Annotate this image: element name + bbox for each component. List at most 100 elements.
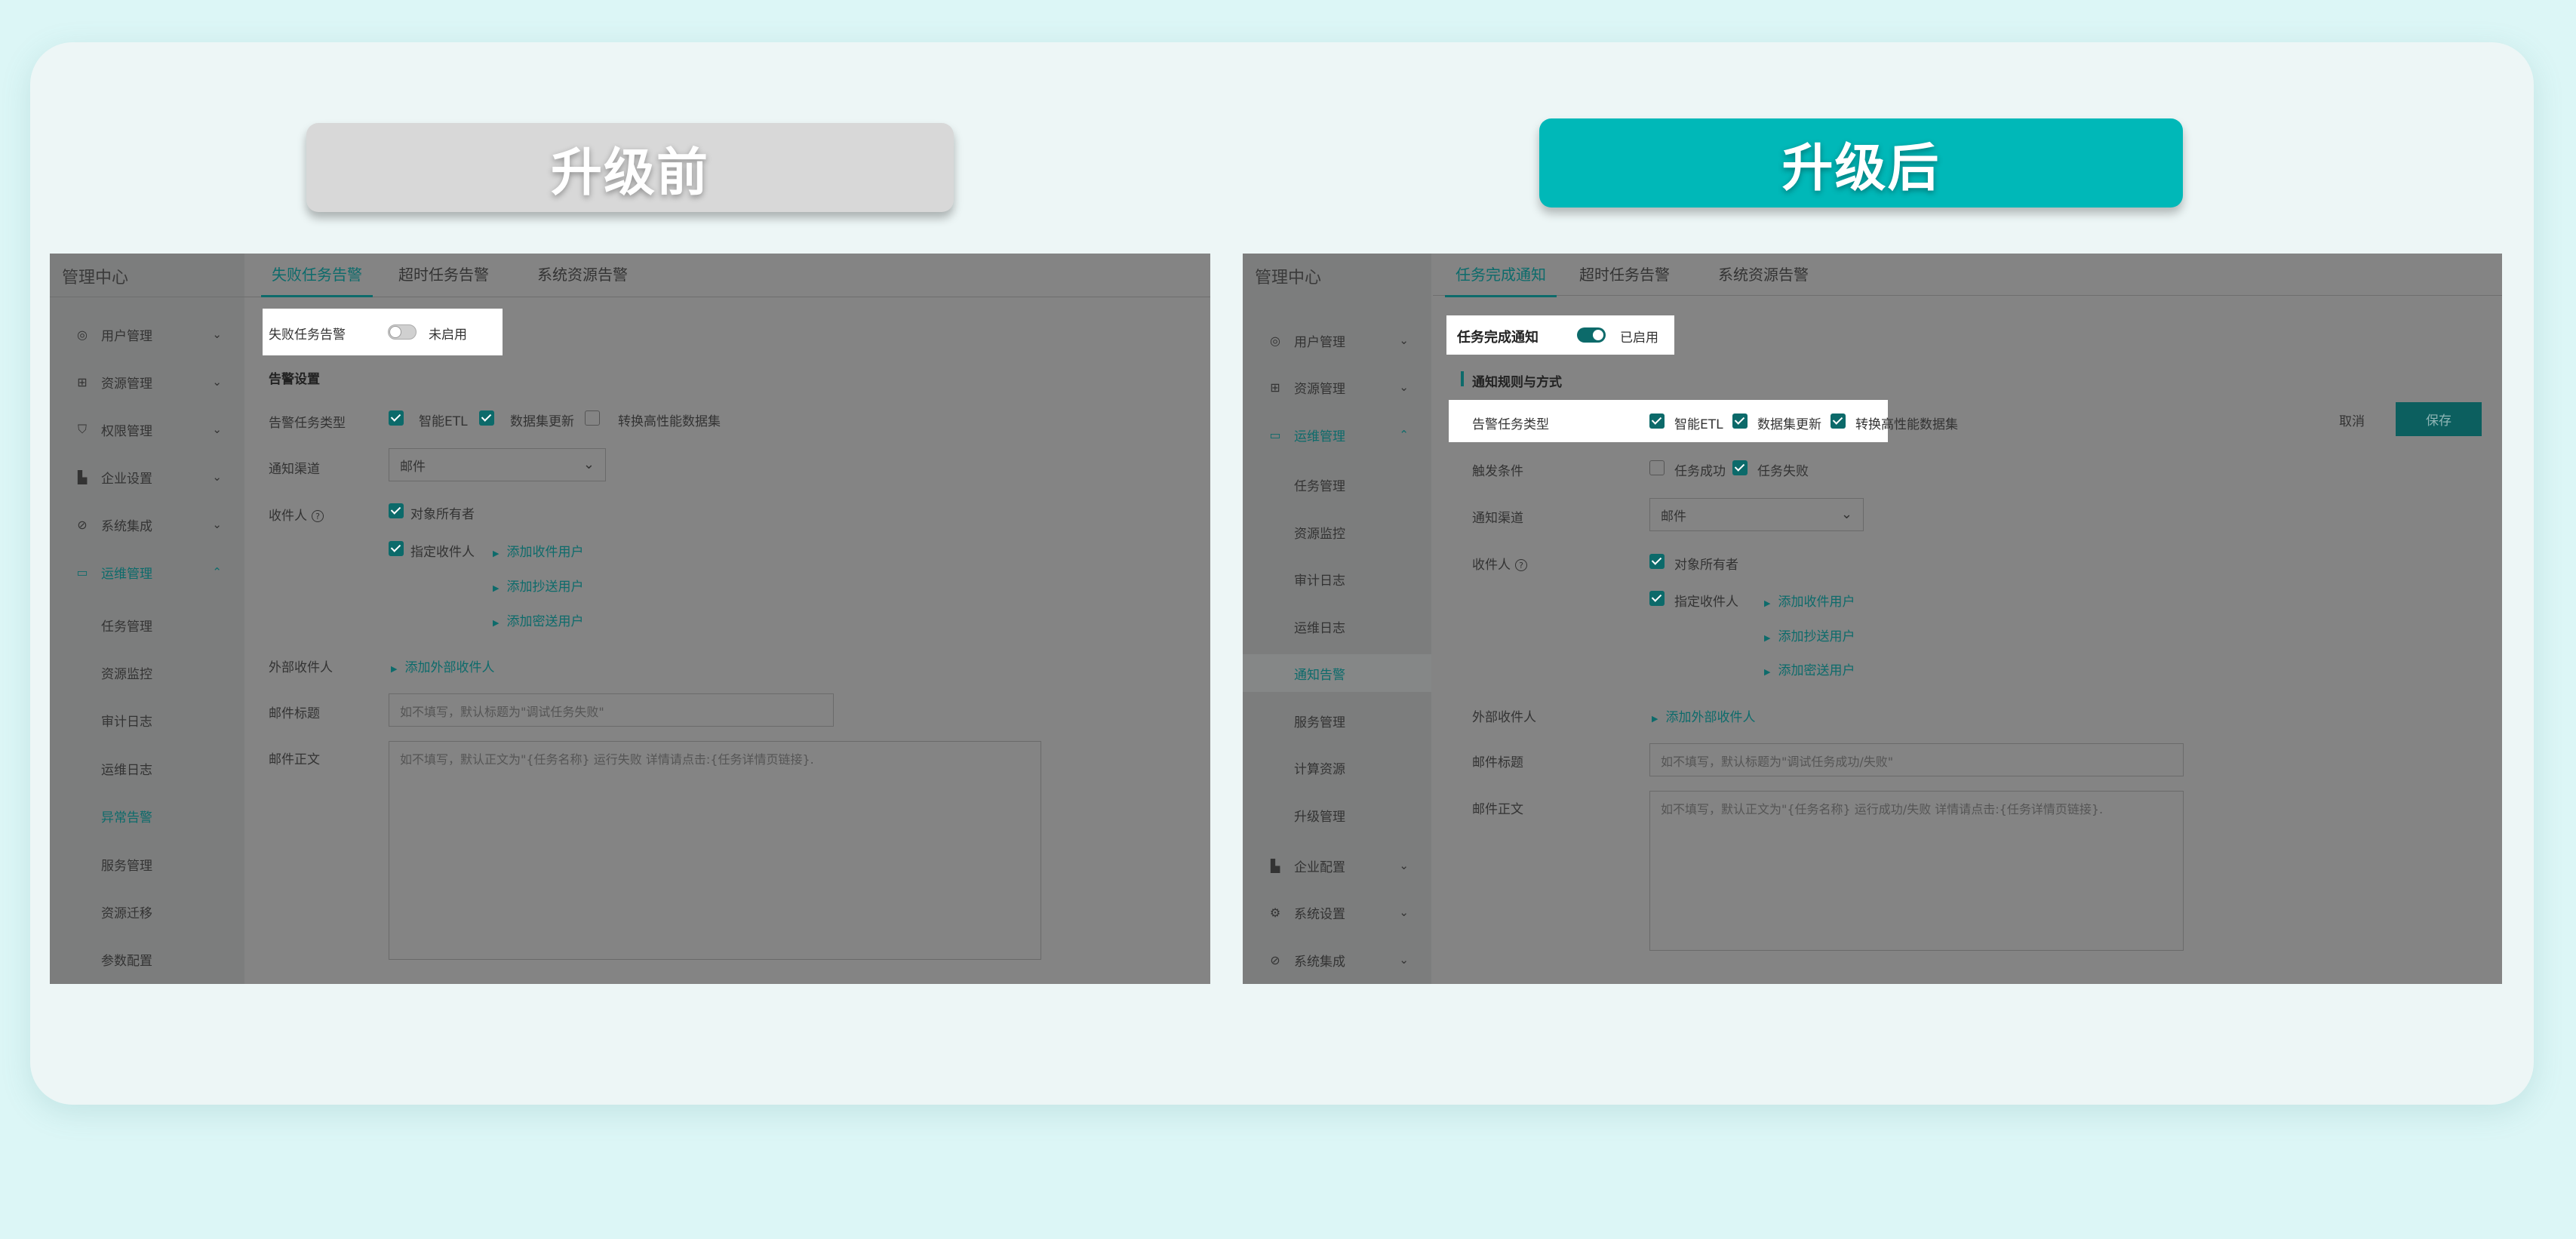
sidebar-subitem[interactable]: 审计日志 [50, 701, 244, 739]
sidebar-item-user[interactable]: ◎ 用户管理 ⌄ [1243, 321, 1431, 359]
checkbox-high-perf[interactable] [585, 410, 600, 426]
sidebar-item-integration[interactable]: ⊘ 系统集成 ⌄ [50, 506, 244, 543]
channel-select[interactable]: 邮件 ⌄ [389, 448, 606, 481]
sidebar-subitem[interactable]: 任务管理 [1243, 466, 1431, 503]
body-textarea[interactable]: 如不填写，默认正文为"{任务名称} 运行失败 详情请点击:{任务详情页链接}. [389, 741, 1041, 960]
add-external-link[interactable]: ▶ 添加外部收件人 [1652, 706, 1755, 725]
add-bcc-link[interactable]: ▶ 添加密送用户 [493, 610, 583, 629]
caret-right-icon: ▶ [493, 549, 500, 558]
sidebar-subitem[interactable]: 审计日志 [1243, 560, 1431, 598]
channel-label: 通知渠道 [1472, 511, 1523, 526]
sidebar-item-enterprise[interactable]: ▙ 企业配置 ⌄ [1243, 847, 1431, 884]
subject-input[interactable]: 如不填写，默认标题为"调试任务失败" [389, 693, 834, 727]
tab-timeout-alert[interactable]: 超时任务告警 [398, 254, 489, 295]
tab-system-resource-alert[interactable]: 系统资源告警 [537, 254, 628, 295]
section-title: 通知规则与方式 [1472, 375, 1562, 390]
tab-failed-task-alert[interactable]: 失败任务告警 [261, 254, 373, 297]
enable-toggle[interactable] [1577, 327, 1606, 343]
external-recipient-label: 外部收件人 [1472, 710, 1536, 725]
checkbox-etl-label: 智能ETL [419, 414, 468, 429]
channel-select[interactable]: 邮件 ⌄ [1649, 498, 1864, 531]
sidebar-title: 管理中心 [1255, 269, 1322, 287]
checkbox-high-perf[interactable] [1831, 414, 1846, 429]
body-textarea[interactable]: 如不填写，默认正文为"{任务名称} 运行成功/失败 详情请点击:{任务详情页链接… [1649, 791, 2184, 951]
sidebar-subitem[interactable]: 服务管理 [1243, 702, 1431, 739]
integration-icon: ⊘ [77, 517, 88, 532]
after-screenshot: 管理中心 ◎ 用户管理 ⌄ ⊞ 资源管理 ⌄ ▭ 运维管理 ⌃ 任务管理 资源监… [1243, 254, 2502, 984]
settings-icon: ⚙ [1269, 905, 1281, 920]
checkbox-specified[interactable] [389, 541, 404, 556]
sidebar-subitem[interactable]: 计算资源 [1243, 749, 1431, 786]
add-cc-link[interactable]: ▶ 添加抄送用户 [493, 576, 583, 595]
help-icon[interactable]: ? [1515, 559, 1527, 571]
checkbox-owner[interactable] [389, 503, 404, 518]
sidebar-subitem[interactable]: 运维日志 [50, 749, 244, 787]
sidebar-subitem[interactable]: 资源迁移 [50, 893, 244, 930]
save-button[interactable]: 保存 [2396, 402, 2482, 436]
section-title: 告警设置 [269, 372, 320, 387]
caret-right-icon: ▶ [493, 583, 500, 593]
sidebar-subitem[interactable]: 运维日志 [1243, 607, 1431, 645]
checkbox-task-success-label: 任务成功 [1674, 464, 1726, 479]
checkbox-owner[interactable] [1649, 554, 1665, 569]
add-recipient-link[interactable]: ▶ 添加收件用户 [493, 541, 583, 560]
shield-icon: ⛉ [77, 422, 87, 436]
sidebar-subitem[interactable]: 资源监控 [1243, 513, 1431, 551]
enable-toggle[interactable] [388, 324, 417, 340]
add-bcc-link[interactable]: ▶ 添加密送用户 [1764, 659, 1855, 678]
sidebar-subitem[interactable]: 参数配置 [50, 940, 244, 978]
sidebar-item-permission[interactable]: ⛉ 权限管理 ⌄ [50, 410, 244, 448]
tab-system-resource-alert[interactable]: 系统资源告警 [1718, 254, 1809, 295]
sidebar-subitem[interactable]: 任务管理 [50, 606, 244, 644]
checkbox-etl[interactable] [1649, 414, 1665, 429]
checkbox-dataset-update[interactable] [1732, 414, 1748, 429]
monitor-icon: ▭ [76, 564, 88, 580]
user-icon: ◎ [1270, 333, 1280, 348]
checkbox-task-success[interactable] [1649, 460, 1665, 475]
subject-label: 邮件标题 [1472, 755, 1523, 770]
help-icon[interactable]: ? [312, 510, 324, 522]
sidebar-item-enterprise[interactable]: ▙ 企业设置 ⌄ [50, 458, 244, 496]
checkbox-high-perf-label: 转换高性能数据集 [1855, 417, 1958, 432]
caret-right-icon: ▶ [1652, 714, 1658, 724]
add-cc-link[interactable]: ▶ 添加抄送用户 [1764, 626, 1855, 644]
toggle-state: 未启用 [429, 327, 467, 343]
sidebar-item-resource[interactable]: ⊞ 资源管理 ⌄ [1243, 368, 1431, 406]
tab-bar: 失败任务告警 超时任务告警 系统资源告警 [50, 254, 1210, 297]
tab-task-complete-notice[interactable]: 任务完成通知 [1445, 254, 1557, 297]
subject-input[interactable]: 如不填写，默认标题为"调试任务成功/失败" [1649, 743, 2184, 776]
sidebar-subitem[interactable]: 服务管理 [50, 845, 244, 883]
sidebar-item-resource[interactable]: ⊞ 资源管理 ⌄ [50, 363, 244, 401]
tab-bar: 任务完成通知 超时任务告警 系统资源告警 [1433, 254, 2502, 297]
sidebar-subitem-alert[interactable]: 异常告警 [50, 797, 244, 835]
user-icon: ◎ [77, 327, 88, 342]
cancel-button[interactable]: 取消 [2339, 410, 2365, 429]
chevron-down-icon: ⌄ [583, 457, 595, 472]
add-recipient-link[interactable]: ▶ 添加收件用户 [1764, 591, 1855, 610]
before-screenshot: 管理中心 ◎ 用户管理 ⌄ ⊞ 资源管理 ⌄ ⛉ 权限管理 ⌄ ▙ 企业设置 ⌄… [50, 254, 1210, 984]
tab-timeout-alert[interactable]: 超时任务告警 [1579, 254, 1670, 295]
checkbox-etl[interactable] [389, 410, 404, 426]
sidebar-item-integration[interactable]: ⊘ 系统集成 ⌄ [1243, 941, 1431, 979]
recipient-label: 收件人? [269, 505, 324, 524]
checkbox-owner-label: 对象所有者 [410, 507, 475, 522]
checkbox-task-failure-label: 任务失败 [1757, 464, 1809, 479]
caret-right-icon: ▶ [1764, 633, 1771, 643]
sidebar-subitem[interactable]: 资源监控 [50, 653, 244, 691]
sidebar-subitem[interactable]: 升级管理 [1243, 796, 1431, 834]
sidebar-item-ops[interactable]: ▭ 运维管理 ⌃ [1243, 416, 1431, 453]
sidebar-item-user[interactable]: ◎ 用户管理 ⌄ [50, 315, 244, 353]
checkbox-task-failure[interactable] [1732, 460, 1748, 475]
checkbox-dataset-update[interactable] [479, 410, 494, 426]
sidebar-item-settings[interactable]: ⚙ 系统设置 ⌄ [1243, 893, 1431, 931]
grid-icon: ⊞ [1270, 380, 1280, 395]
after-banner: 升级后 [1539, 118, 2183, 208]
building-icon: ▙ [1270, 858, 1280, 873]
sidebar-subitem-notification[interactable]: 通知告警 [1243, 654, 1431, 692]
add-external-link[interactable]: ▶ 添加外部收件人 [391, 656, 494, 675]
sidebar-item-ops[interactable]: ▭ 运维管理 ⌃ [50, 553, 244, 591]
checkbox-specified[interactable] [1649, 591, 1665, 606]
trigger-label: 触发条件 [1472, 464, 1523, 479]
checkbox-specified-label: 指定收件人 [410, 545, 475, 560]
checkbox-etl-label: 智能ETL [1674, 417, 1723, 432]
